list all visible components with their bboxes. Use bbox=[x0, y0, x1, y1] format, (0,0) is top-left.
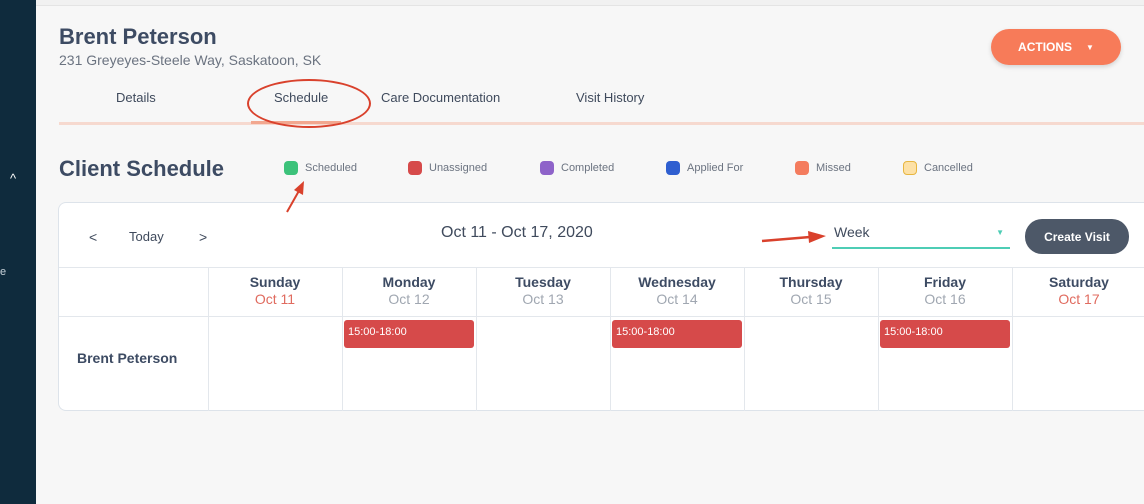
day-date: Oct 14 bbox=[656, 291, 698, 307]
tabs-underline-track bbox=[59, 122, 1144, 125]
client-tabs: Details Schedule Care Documentation Visi… bbox=[59, 90, 1144, 125]
dropdown-arrow-icon: ▼ bbox=[996, 228, 1004, 237]
tab-schedule[interactable]: Schedule bbox=[274, 90, 328, 105]
day-date: Oct 15 bbox=[790, 291, 832, 307]
legend-missed: Missed bbox=[795, 161, 851, 175]
sidebar-collapse-caret-icon[interactable]: ^ bbox=[10, 171, 16, 186]
day-name: Thursday bbox=[779, 274, 843, 290]
legend-swatch-completed bbox=[540, 161, 554, 175]
legend-swatch-applied-for bbox=[666, 161, 680, 175]
view-select[interactable]: Week ▼ bbox=[832, 219, 1010, 249]
legend-label: Applied For bbox=[687, 162, 744, 174]
day-name: Wednesday bbox=[638, 274, 716, 290]
legend-label: Unassigned bbox=[429, 162, 488, 174]
schedule-calendar: < Today > Oct 11 - Oct 17, 2020 Week ▼ C… bbox=[58, 202, 1144, 411]
day-date: Oct 16 bbox=[924, 291, 966, 307]
legend-label: Cancelled bbox=[924, 162, 973, 174]
legend-applied-for: Applied For bbox=[666, 161, 743, 175]
legend-completed: Completed bbox=[540, 161, 614, 175]
day-name: Saturday bbox=[1049, 274, 1109, 290]
calendar-grid: Sunday Oct 11 Monday Oct 12 Tuesday Oct … bbox=[59, 268, 1144, 411]
tab-details[interactable]: Details bbox=[116, 90, 156, 105]
day-date: Oct 11 bbox=[254, 291, 296, 307]
legend-swatch-cancelled bbox=[903, 161, 917, 175]
sidebar-item-label-partial[interactable]: e bbox=[0, 266, 6, 278]
day-name: Sunday bbox=[249, 274, 301, 290]
calendar-toolbar: < Today > Oct 11 - Oct 17, 2020 Week ▼ C… bbox=[59, 203, 1144, 268]
grid-row-divider bbox=[59, 316, 1144, 317]
visit-event[interactable]: 15:00-18:00 bbox=[344, 320, 474, 348]
day-name: Tuesday bbox=[515, 274, 571, 290]
day-name: Friday bbox=[923, 274, 966, 290]
today-button[interactable]: Today bbox=[129, 229, 164, 244]
legend-label: Scheduled bbox=[305, 162, 357, 174]
day-header-monday: Monday Oct 12 bbox=[342, 274, 476, 307]
app-sidebar: ^ e bbox=[0, 0, 36, 504]
legend-label: Missed bbox=[816, 162, 851, 174]
day-date: Oct 12 bbox=[388, 291, 430, 307]
client-name-heading: Brent Peterson bbox=[59, 24, 217, 49]
actions-button[interactable]: ACTIONS ▼ bbox=[991, 29, 1121, 65]
legend-scheduled: Scheduled bbox=[284, 161, 357, 175]
day-date: Oct 17 bbox=[1058, 291, 1100, 307]
legend-swatch-scheduled bbox=[284, 161, 298, 175]
day-header-sunday: Sunday Oct 11 bbox=[208, 274, 342, 307]
legend-swatch-missed bbox=[795, 161, 809, 175]
next-week-icon[interactable]: > bbox=[199, 229, 207, 245]
legend-swatch-unassigned bbox=[408, 161, 422, 175]
client-address: 231 Greyeyes-Steele Way, Saskatoon, SK bbox=[59, 52, 322, 68]
day-header-friday: Friday Oct 16 bbox=[878, 274, 1012, 307]
visit-event[interactable]: 15:00-18:00 bbox=[880, 320, 1010, 348]
tab-active-indicator bbox=[251, 121, 341, 124]
legend-cancelled: Cancelled bbox=[903, 161, 973, 175]
calendar-date-range: Oct 11 - Oct 17, 2020 bbox=[441, 224, 593, 241]
caret-down-icon: ▼ bbox=[1086, 42, 1094, 52]
day-header-tuesday: Tuesday Oct 13 bbox=[476, 274, 610, 307]
client-row-label: Brent Peterson bbox=[77, 350, 178, 366]
top-bar bbox=[36, 0, 1144, 6]
day-header-thursday: Thursday Oct 15 bbox=[744, 274, 878, 307]
view-select-value: Week bbox=[834, 224, 870, 240]
annotation-arrow-head bbox=[294, 181, 304, 195]
day-header-wednesday: Wednesday Oct 14 bbox=[610, 274, 744, 307]
day-date: Oct 13 bbox=[522, 291, 564, 307]
day-name: Monday bbox=[382, 274, 436, 290]
client-schedule-title: Client Schedule bbox=[59, 156, 225, 181]
visit-event[interactable]: 15:00-18:00 bbox=[612, 320, 742, 348]
tab-care-documentation[interactable]: Care Documentation bbox=[381, 90, 500, 105]
day-header-saturday: Saturday Oct 17 bbox=[1012, 274, 1144, 307]
previous-week-icon[interactable]: < bbox=[89, 229, 97, 245]
create-visit-button[interactable]: Create Visit bbox=[1025, 219, 1129, 254]
legend-label: Completed bbox=[561, 162, 615, 174]
legend-unassigned: Unassigned bbox=[408, 161, 487, 175]
tab-visit-history[interactable]: Visit History bbox=[576, 90, 644, 105]
actions-button-label: ACTIONS bbox=[1018, 40, 1073, 54]
